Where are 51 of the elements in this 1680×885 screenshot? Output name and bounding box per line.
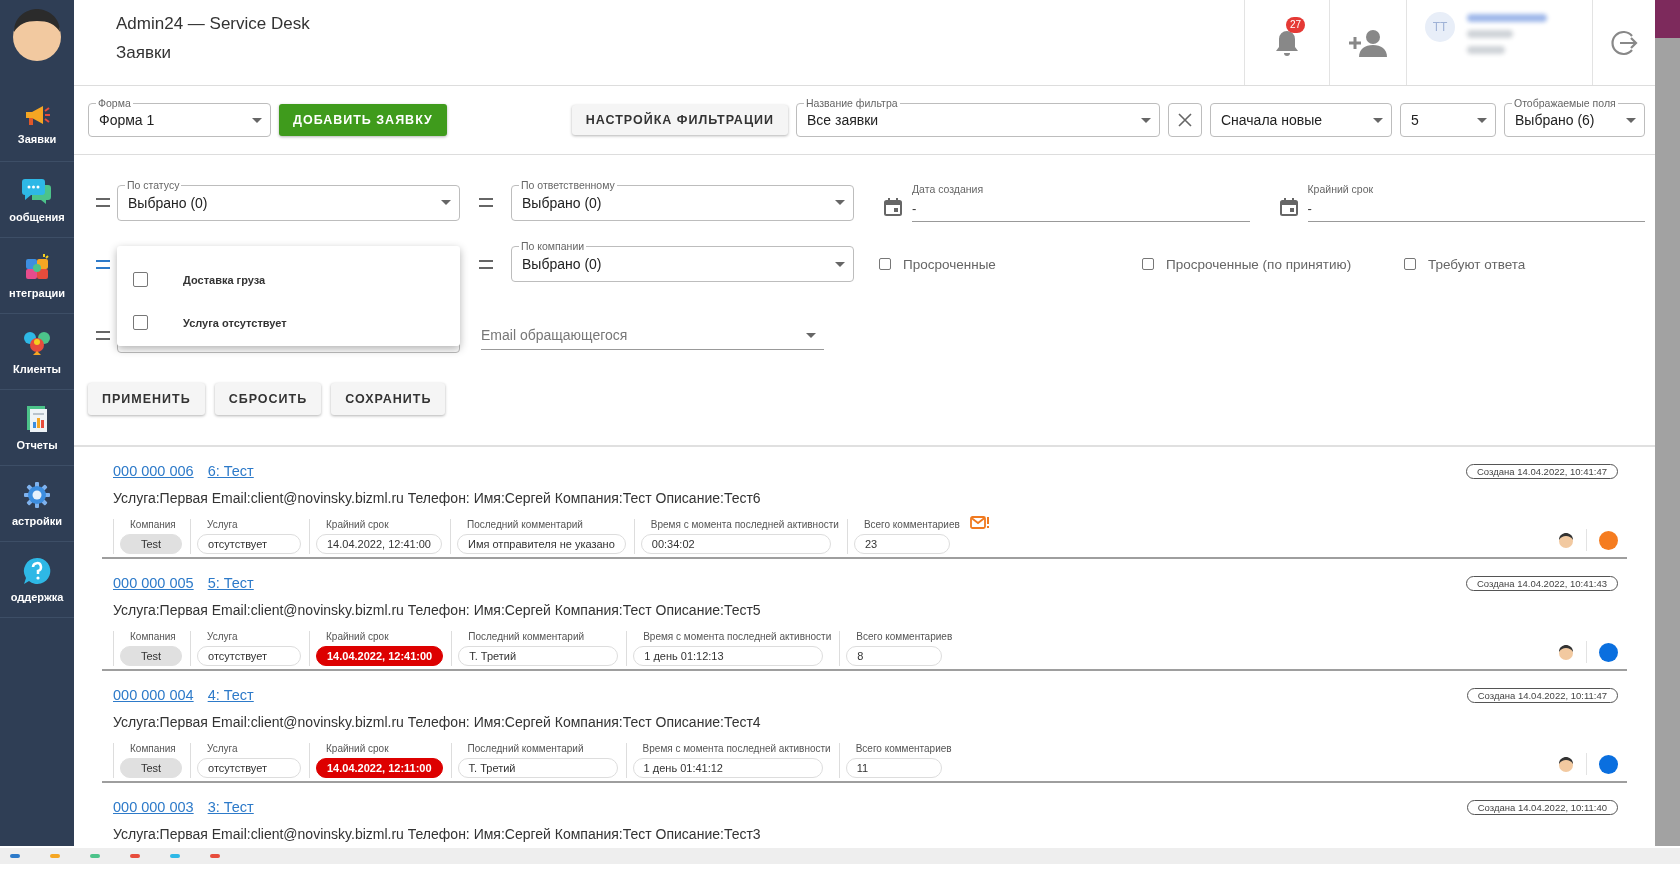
- field-label: По ответственному: [519, 178, 617, 191]
- field-label: Компания: [129, 743, 176, 754]
- field-value: -: [912, 201, 918, 216]
- field-value: Выбрано (0): [522, 256, 603, 272]
- field-label: Крайний срок: [1307, 183, 1375, 195]
- field-value: -: [1307, 201, 1313, 216]
- field-value: Выбрано (0): [522, 194, 603, 211]
- field-value: Форма 1: [99, 112, 156, 128]
- field-value: Сначала новые: [1221, 112, 1324, 128]
- field-value: Test: [120, 534, 182, 554]
- app-title: Admin24 — Service Desk: [116, 14, 311, 34]
- field-value: Test: [120, 646, 182, 666]
- field-label: Крайний срок: [325, 519, 389, 530]
- field-value: Test: [120, 758, 182, 778]
- field-label: Время с момента последней активности: [641, 743, 831, 754]
- field-value: 14.04.2022, 12:11:00: [316, 758, 443, 778]
- page-title: Заявки: [116, 43, 172, 63]
- field-label: Услуга: [206, 631, 238, 642]
- field-label: Время с момента последней активности: [649, 519, 839, 530]
- ticket-description: Услуга:Первая Email:client@novinsky.bizml.ru Телефон: Имя:Сергей Компания:Тест Описание:Тест6: [113, 490, 762, 506]
- field-label: Всего комментариев: [854, 743, 952, 754]
- field-label: Услуга: [206, 743, 238, 754]
- field-label: Всего комментариев: [855, 631, 953, 642]
- checkbox-label: Просроченные: [903, 256, 996, 272]
- field-label: Время с момента последней активности: [642, 631, 832, 642]
- checkbox-label: Просроченные (по принятию): [1166, 256, 1352, 272]
- field-label: Всего комментариев: [862, 519, 960, 530]
- ticket-description: Услуга:Первая Email:client@novinsky.bizml.ru Телефон: Имя:Сергей Компания:Тест Описание:Тест3: [113, 826, 762, 842]
- field-label: Услуга: [206, 519, 238, 530]
- field-label: Форма: [96, 97, 133, 109]
- field-label: Последний комментарий: [467, 631, 585, 642]
- ticket-description: Услуга:Первая Email:client@novinsky.bizml.ru Телефон: Имя:Сергей Компания:Тест Описание:Тест4: [113, 714, 762, 730]
- field-label: По статусу: [125, 178, 182, 191]
- field-label: Название фильтра: [804, 97, 900, 109]
- field-label: Крайний срок: [325, 631, 389, 642]
- field-label: Дата создания: [912, 183, 985, 195]
- field-label: Компания: [129, 519, 176, 530]
- field-label: Отображаемые поля: [1512, 97, 1618, 109]
- field-label: Последний комментарий: [466, 519, 583, 530]
- ticket-description: Услуга:Первая Email:client@novinsky.bizml.ru Телефон: Имя:Сергей Компания:Тест Описание:Тест5: [113, 602, 762, 618]
- field-value: Выбрано (6): [1515, 112, 1596, 128]
- field-value: Все заявки: [807, 112, 880, 128]
- notification-badge: 27: [1286, 16, 1306, 33]
- checkbox-label: Требуют ответа: [1428, 256, 1526, 272]
- field-value: Выбрано (0): [128, 194, 209, 211]
- field-value: 5: [1411, 112, 1420, 128]
- field-value: 14.04.2022, 12:41:00: [316, 646, 444, 666]
- field-label: Крайний срок: [325, 743, 389, 754]
- field-label: Последний комментарий: [466, 743, 584, 754]
- field-label: Компания: [129, 631, 176, 642]
- field-label: По компании: [519, 240, 587, 252]
